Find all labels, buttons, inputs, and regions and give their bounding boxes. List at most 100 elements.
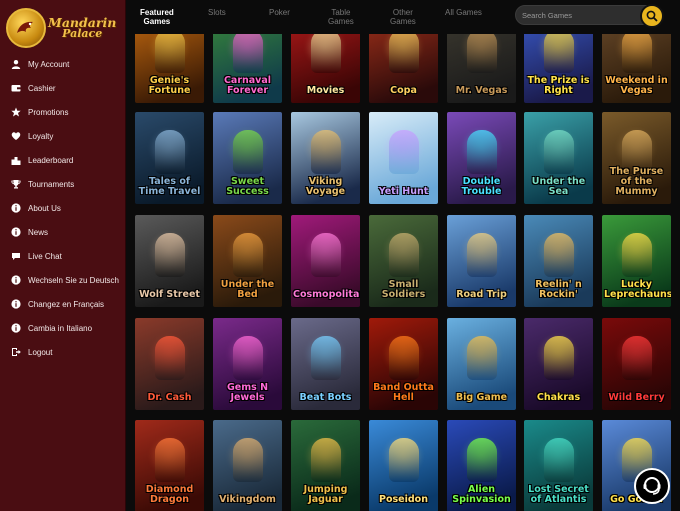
game-title: Double Trouble [461,176,502,197]
game-tile[interactable]: Alien Spinvasion [447,420,516,511]
game-title: Dr. Cash [147,392,192,403]
artwork-character [233,233,263,277]
artwork-character [311,336,341,380]
search-button[interactable] [640,4,664,28]
sidebar-item-label: Logout [28,347,53,357]
game-title: Small Soldiers [381,279,426,300]
wallet-icon [11,83,21,93]
game-tile[interactable]: Gems N Jewels [213,318,282,410]
game-tile[interactable]: Poseidon [369,420,438,511]
game-tile[interactable]: Vikingdom [213,420,282,511]
tab-table-games[interactable]: Table Games [328,8,354,26]
game-title: Alien Spinvasion [452,484,511,505]
tab-poker[interactable]: Poker [269,8,290,17]
sidebar-item-tournaments[interactable]: Tournaments [0,172,126,196]
live-chat-button[interactable] [634,468,670,504]
info-icon [11,323,21,333]
sidebar-item-loyalty[interactable]: Loyalty [0,124,126,148]
game-title: Movies [306,85,345,96]
tab-featured-games[interactable]: Featured Games [140,8,174,26]
game-tile[interactable]: Band Outta Hell [369,318,438,410]
sidebar-item-cashier[interactable]: Cashier [0,76,126,100]
tab-all-games[interactable]: All Games [445,8,482,17]
tab-other-games[interactable]: Other Games [390,8,416,26]
game-tile[interactable]: The Purse of the Mummy [602,112,671,204]
game-tile[interactable]: Yeti Hunt [369,112,438,204]
game-title: Under the Bed [220,279,275,300]
info-icon [11,227,21,237]
artwork-character [544,233,574,277]
game-tile[interactable]: Double Trouble [447,112,516,204]
game-title: Diamond Dragon [145,484,194,505]
sidebar-item-wechseln-sie-zu-deutsch[interactable]: Wechseln Sie zu Deutsch [0,268,126,292]
game-tile[interactable]: Big Game [447,318,516,410]
game-tile[interactable]: Reelin' n Rockin' [524,215,593,307]
sidebar-item-leaderboard[interactable]: Leaderboard [0,148,126,172]
game-tile[interactable]: Cosmopolitan [291,215,360,307]
info-icon [11,275,21,285]
sidebar-menu: My Account Cashier Promotions Loyalty Leader… [0,52,126,364]
artwork-character [233,29,263,73]
sidebar-item-changez-en-fran-ais[interactable]: Changez en Français [0,292,126,316]
sidebar-item-news[interactable]: News [0,220,126,244]
sidebar-item-promotions[interactable]: Promotions [0,100,126,124]
sidebar-item-label: Loyalty [28,131,54,141]
game-tile[interactable]: Under the Sea [524,112,593,204]
game-title: Reelin' n Rockin' [535,279,582,300]
game-title: Poseidon [379,494,428,505]
artwork-character [155,336,185,380]
game-title: Cosmopolitan [293,289,360,300]
game-grid: Genie's Fortune Carnaval Forever Movies Cop… [126,0,680,511]
sidebar-item-cambia-in-italiano[interactable]: Cambia in Italiano [0,316,126,340]
game-tile[interactable]: Wolf Street [135,215,204,307]
game-tile[interactable]: Jumping Jaguar [291,420,360,511]
sidebar-item-my-account[interactable]: My Account [0,52,126,76]
game-tile[interactable]: Small Soldiers [369,215,438,307]
game-title: Wild Berry [608,392,665,403]
game-tile[interactable]: Sweet Success [213,112,282,204]
game-title: Chakras [536,392,581,403]
star-icon [11,107,21,117]
game-title: Genie's Fortune [148,75,191,96]
game-tile[interactable]: Viking Voyage [291,112,360,204]
game-tile[interactable]: Lost Secret of Atlantis [524,420,593,511]
artwork-character [544,130,574,174]
game-tile[interactable]: Beat Bots [291,318,360,410]
game-title: Road Trip [456,289,507,300]
artwork-character [233,336,263,380]
game-tile[interactable]: Road Trip [447,215,516,307]
heart-icon [11,131,21,141]
game-tile[interactable]: Under the Bed [213,215,282,307]
sidebar: Mandarin Palace My Account Cashier Promoti… [0,0,126,511]
game-tile[interactable]: Diamond Dragon [135,420,204,511]
game-title: Vikingdom [219,494,276,505]
artwork-character [467,438,497,482]
game-tile[interactable]: Tales of Time Travel [135,112,204,204]
sidebar-item-label: My Account [28,59,70,69]
sidebar-item-label: Wechseln Sie zu Deutsch [28,275,120,285]
game-title: Lucky Leprechauns [604,279,671,300]
sidebar-item-label: Cashier [28,83,56,93]
user-icon [11,59,21,69]
sidebar-item-live-chat[interactable]: Live Chat [0,244,126,268]
sidebar-item-label: Tournaments [28,179,75,189]
artwork-character [389,438,419,482]
tab-slots[interactable]: Slots [208,8,226,17]
sidebar-item-logout[interactable]: Logout [0,340,126,364]
game-tile[interactable]: Chakras [524,318,593,410]
game-title: The Purse of the Mummy [609,166,664,197]
artwork-character [311,233,341,277]
brand-logo[interactable]: Mandarin Palace [6,6,120,50]
headset-chat-icon [643,477,661,495]
artwork-character [233,130,263,174]
search-box [515,4,664,28]
sidebar-item-label: Promotions [28,107,69,117]
search-input[interactable] [522,9,632,22]
game-tile[interactable]: Dr. Cash [135,318,204,410]
info-icon [11,299,21,309]
game-tile[interactable]: Wild Berry [602,318,671,410]
artwork-character [389,233,419,277]
sidebar-item-about-us[interactable]: About Us [0,196,126,220]
game-title: Weekend in Vegas [605,75,668,96]
game-tile[interactable]: Lucky Leprechauns [602,215,671,307]
